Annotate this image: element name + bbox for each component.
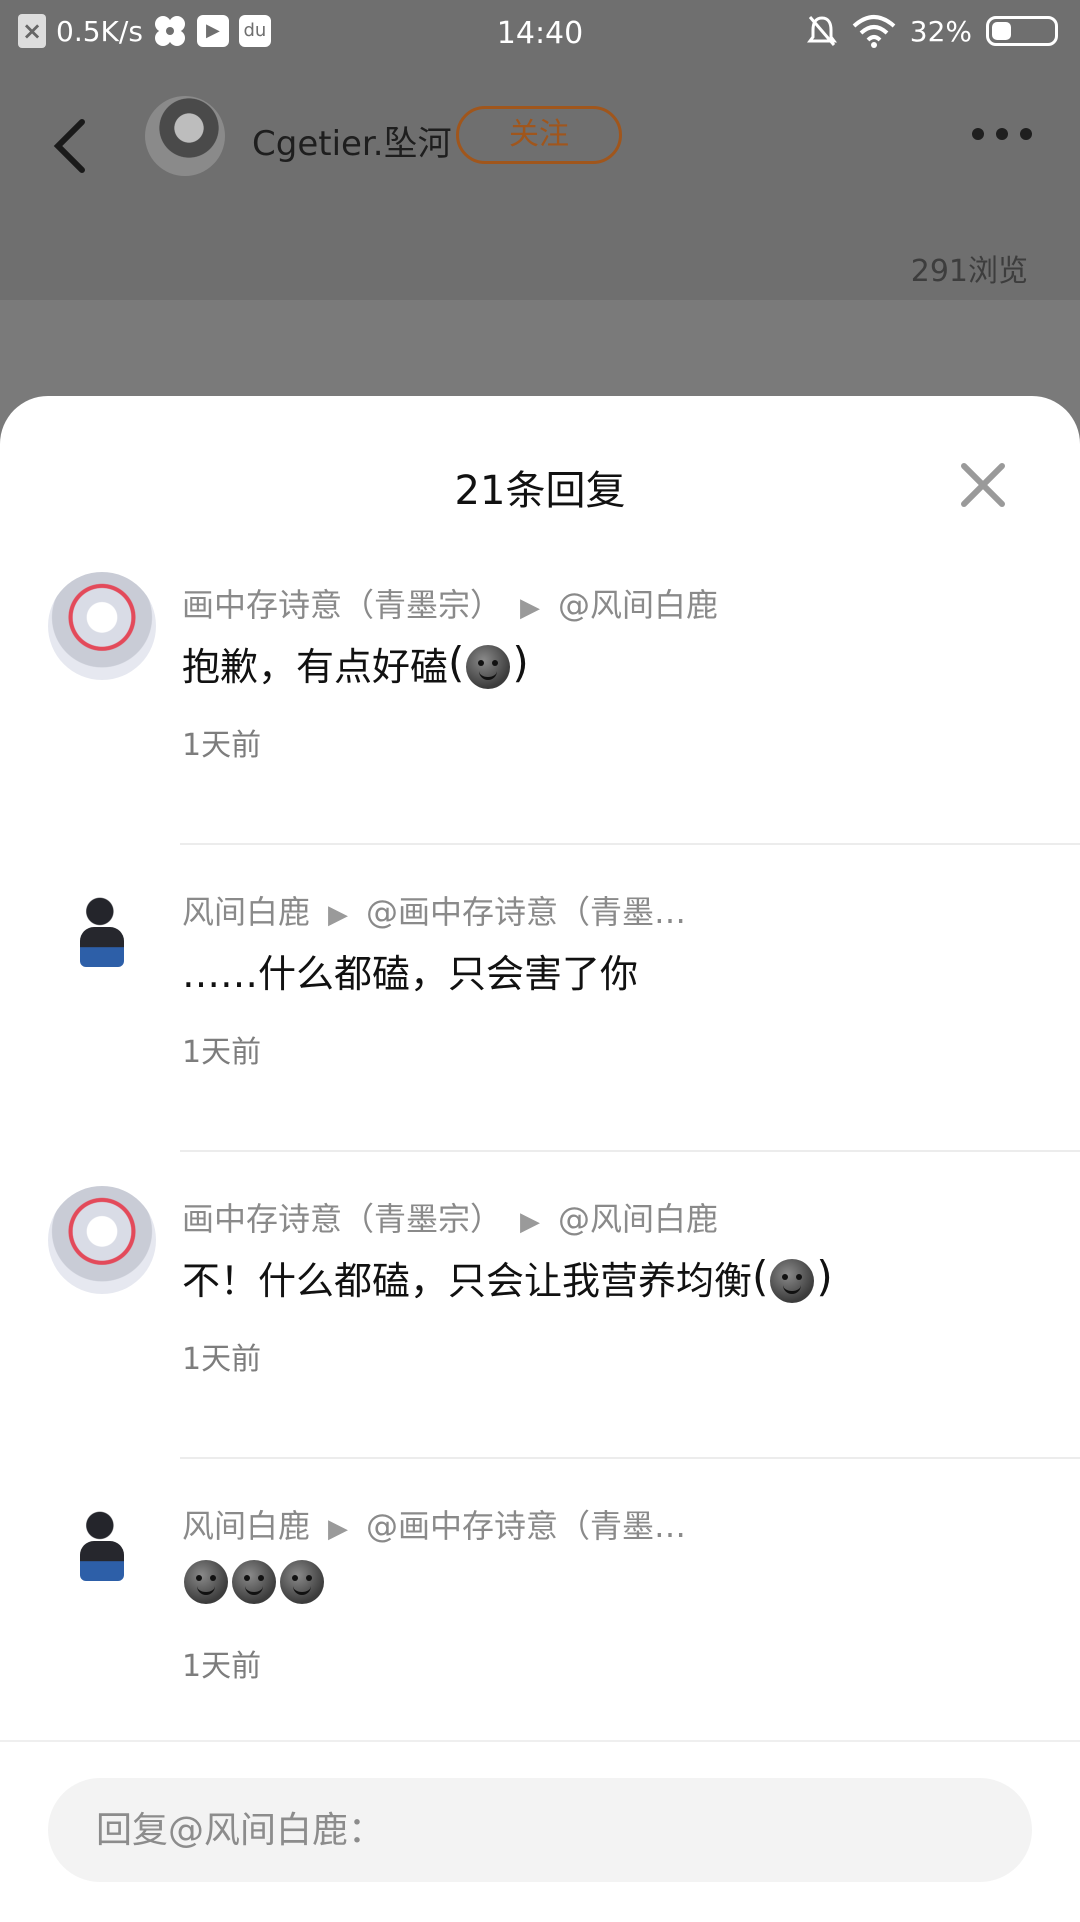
post-header: Cgetier.坠河 关注 291浏览 — [0, 70, 1080, 300]
emoji-group — [182, 1557, 326, 1604]
reply-username[interactable]: 画中存诗意（青墨宗） — [182, 586, 502, 624]
reply-meta: 风间白鹿 ▶ @画中存诗意（青墨… — [182, 1501, 686, 1547]
sheet-title: 21条回复 — [454, 468, 626, 514]
user-avatar[interactable] — [48, 572, 156, 680]
bracket-close: ) — [816, 1252, 833, 1302]
reply-time: 1天前 — [182, 1035, 262, 1070]
reply-input[interactable] — [48, 1778, 1032, 1882]
reply-text-body: 不！什么都磕，只会让我营养均衡 — [182, 1259, 753, 1303]
author-name[interactable]: Cgetier.坠河 — [252, 116, 452, 165]
reply-text: ……什么都磕，只会害了你 — [182, 943, 638, 998]
reply-username[interactable]: 画中存诗意（青墨宗） — [182, 1200, 502, 1238]
reply-username[interactable]: 风间白鹿 — [182, 1507, 310, 1545]
reply-text-body: ……什么都磕，只会害了你 — [182, 952, 639, 996]
reply-arrow-icon: ▶ — [520, 593, 541, 623]
more-dot — [996, 128, 1008, 140]
reply-target[interactable]: @画中存诗意（青墨… — [366, 1507, 686, 1545]
emoji-group: () — [752, 1252, 833, 1303]
reply-target[interactable]: @画中存诗意（青墨… — [366, 893, 686, 931]
reply-target[interactable]: @风间白鹿 — [558, 586, 718, 624]
more-dot — [1020, 128, 1032, 140]
reply-input-bar — [0, 1740, 1080, 1922]
reply-item[interactable]: 画中存诗意（青墨宗） ▶ @风间白鹿 不！什么都磕，只会让我营养均衡 () 1天前 — [0, 1152, 1080, 1459]
reply-item[interactable]: 风间白鹿 ▶ @画中存诗意（青墨… 1天前 — [0, 1459, 1080, 1766]
user-avatar[interactable] — [48, 1493, 156, 1601]
reply-meta: 画中存诗意（青墨宗） ▶ @风间白鹿 — [182, 1194, 718, 1240]
more-options-icon[interactable] — [972, 128, 1032, 140]
reply-text: 抱歉，有点好磕 () — [182, 636, 529, 691]
reply-item[interactable]: 画中存诗意（青墨宗） ▶ @风间白鹿 抱歉，有点好磕 () 1天前 — [0, 538, 1080, 845]
smile-emoji-icon — [770, 1258, 815, 1303]
smile-emoji-icon — [280, 1559, 324, 1604]
reply-username[interactable]: 风间白鹿 — [182, 893, 310, 931]
reply-text-body: 抱歉，有点好磕 — [182, 645, 449, 689]
follow-button[interactable]: 关注 — [456, 106, 622, 164]
smile-emoji-icon — [466, 644, 511, 689]
replies-sheet: 21条回复 画中存诗意（青墨宗） ▶ @风间白鹿 抱歉，有点好磕 () 1天前 风间… — [0, 396, 1080, 1920]
bracket-close: ) — [512, 638, 529, 688]
view-count: 291浏览 — [910, 254, 1028, 289]
emoji-group: () — [448, 638, 529, 689]
reply-arrow-icon: ▶ — [520, 1207, 541, 1237]
reply-arrow-icon: ▶ — [328, 1514, 349, 1544]
reply-arrow-icon: ▶ — [328, 900, 349, 930]
reply-time: 1天前 — [182, 728, 262, 763]
back-arrow-icon[interactable] — [50, 116, 90, 176]
reply-meta: 画中存诗意（青墨宗） ▶ @风间白鹿 — [182, 580, 718, 626]
user-avatar[interactable] — [48, 1186, 156, 1294]
smile-emoji-icon — [232, 1559, 276, 1604]
reply-target[interactable]: @风间白鹿 — [558, 1200, 718, 1238]
bracket-open: ( — [448, 638, 465, 688]
smile-emoji-icon — [184, 1559, 228, 1604]
mute-bell-icon — [806, 16, 837, 46]
reply-text — [182, 1557, 326, 1604]
reply-text: 不！什么都磕，只会让我营养均衡 () — [182, 1250, 833, 1305]
reply-time: 1天前 — [182, 1649, 262, 1684]
bracket-open: ( — [752, 1252, 769, 1302]
close-icon[interactable] — [958, 460, 1008, 510]
status-right: 32% — [806, 14, 1058, 48]
more-dot — [972, 128, 984, 140]
user-avatar[interactable] — [48, 879, 156, 987]
battery-text: 32% — [909, 14, 972, 48]
reply-item[interactable]: 风间白鹿 ▶ @画中存诗意（青墨… ……什么都磕，只会害了你 1天前 — [0, 845, 1080, 1152]
reply-time: 1天前 — [182, 1342, 262, 1377]
author-avatar[interactable] — [145, 96, 225, 176]
status-bar: × 0.5K/s ▶ du 14:40 32% — [0, 0, 1080, 70]
reply-meta: 风间白鹿 ▶ @画中存诗意（青墨… — [182, 887, 686, 933]
wifi-icon — [852, 15, 896, 48]
battery-icon — [986, 16, 1058, 46]
battery-fill — [992, 22, 1011, 40]
